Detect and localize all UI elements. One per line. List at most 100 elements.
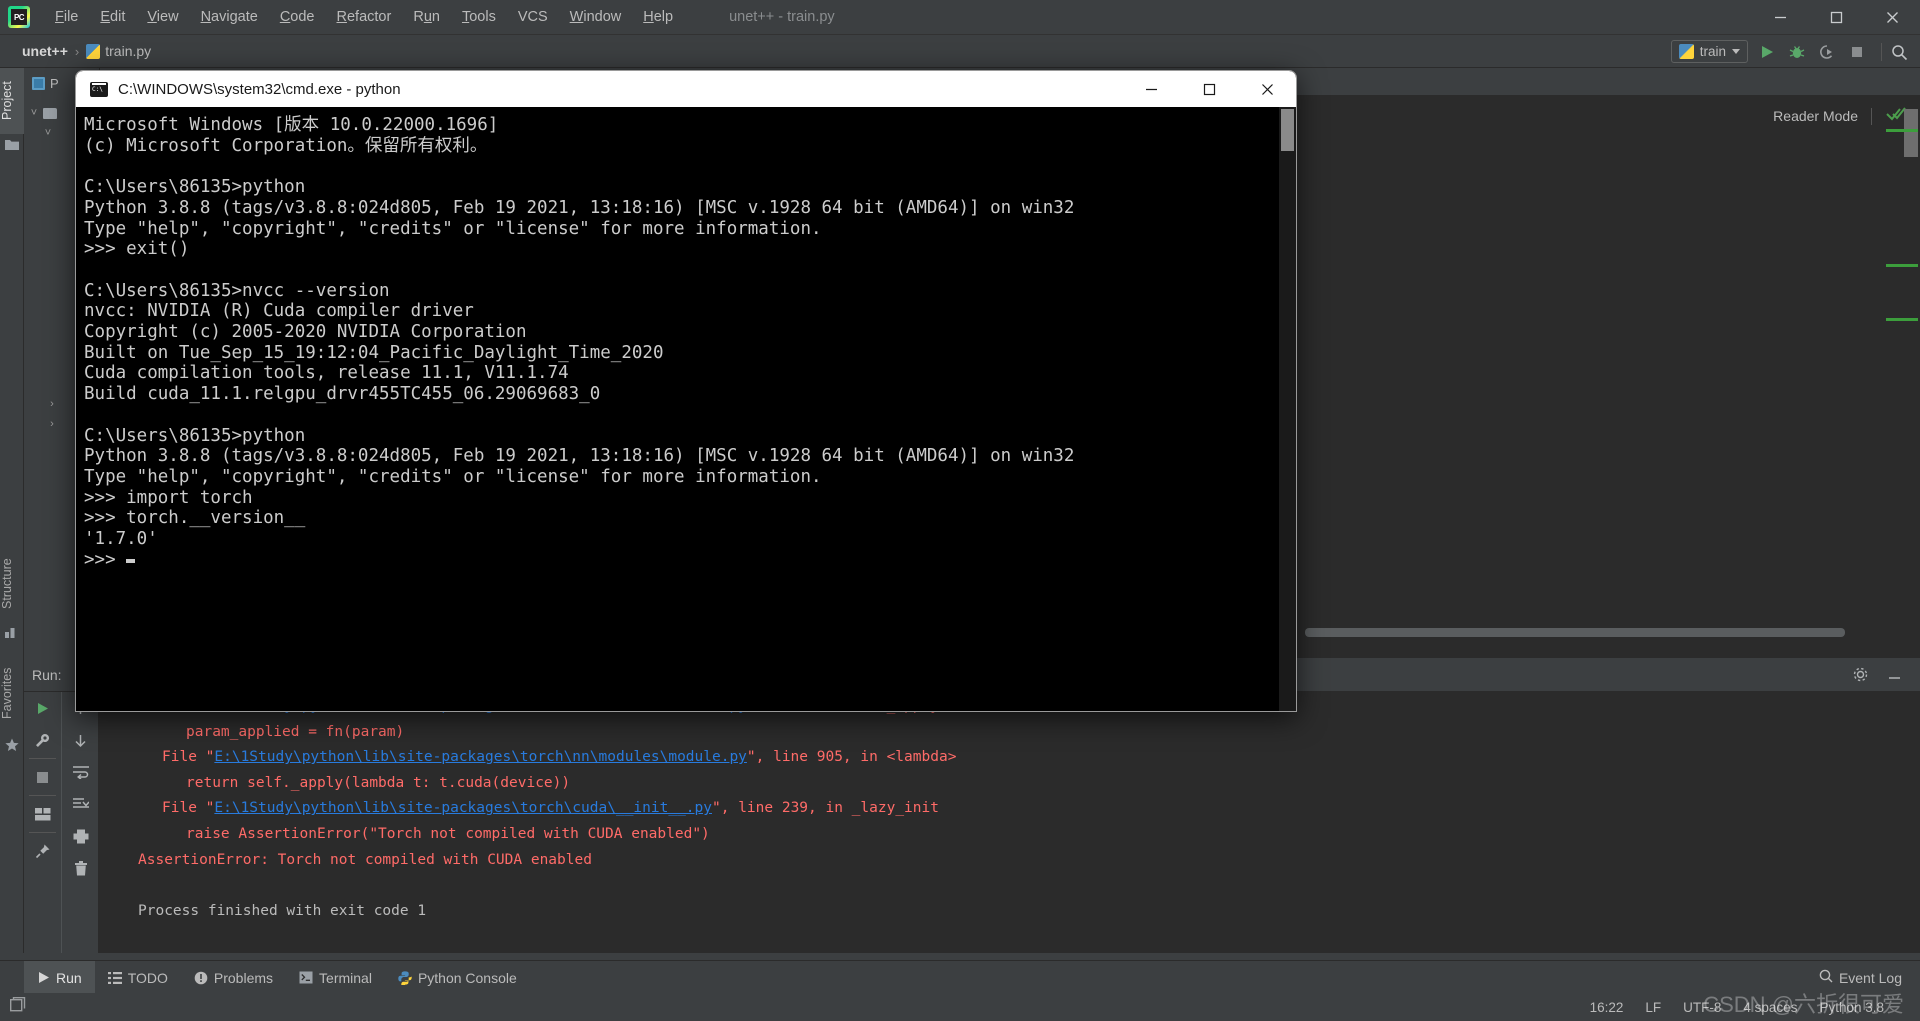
cmd-line [84,405,1296,426]
cmd-window[interactable]: C:\WINDOWS\system32\cmd.exe - python Mic… [75,70,1297,712]
event-log-button[interactable]: Event Log [1819,961,1902,994]
sidebar-item-project[interactable]: Project [0,68,24,134]
cmd-console-output[interactable]: Microsoft Windows [版本 10.0.22000.1696] (c… [76,107,1296,711]
console-file-link[interactable]: E:\1Study\python\lib\site-packages\torch… [214,749,747,765]
menu-bar: PC File Edit View Navigate Code Refactor Run To… [0,0,1920,35]
cmd-line: C:\Users\86135>python [84,425,306,446]
sidebar-item-favorites-label: Favorites [0,667,14,719]
layout-toggle-icon[interactable] [9,996,27,1017]
cmd-scrollbar-thumb[interactable] [1281,109,1294,151]
run-left-toolbar [24,692,61,953]
cmd-line: >>> torch.__version__ [84,508,306,529]
status-bar-items: 16:22 LF UTF-8 4 spaces Python 3.8 [1590,1000,1906,1015]
tab-run[interactable]: Run [24,961,95,994]
console-file-link[interactable]: E:\1Study\python\lib\site-packages\torch… [214,800,712,816]
editor-horizontal-scrollbar[interactable] [1305,628,1845,637]
chevron-right-icon[interactable]: › [46,398,58,410]
menu-item-window[interactable]: Window [559,6,633,28]
double-check-icon[interactable] [1886,106,1906,127]
sidebar-item-favorites[interactable]: Favorites [0,653,24,733]
tab-python-console[interactable]: Python Console [385,961,530,994]
minimize-icon[interactable] [1887,667,1902,687]
settings-wrench-icon[interactable] [24,724,61,756]
python-icon [398,970,412,985]
chevron-down-icon[interactable]: ˅ [42,127,54,139]
status-item[interactable]: UTF-8 [1683,1000,1721,1015]
debug-button[interactable] [1784,40,1810,64]
soft-wrap-icon[interactable] [62,756,99,788]
console-text: Process finished with exit code 1 [138,902,427,919]
cmd-close-icon[interactable] [1238,71,1296,107]
console-line: param_applied = fn(param) [98,720,1920,746]
status-item[interactable]: 16:22 [1590,1000,1624,1015]
tab-problems[interactable]: Problems [181,961,286,994]
console-text: raise AssertionError("Torch not compiled… [186,825,710,842]
cmd-minimize-icon[interactable] [1122,71,1180,107]
run-button[interactable] [1754,40,1780,64]
window-controls [1752,0,1920,35]
console-text: return self._apply(lambda t: t.cuda(devi… [186,774,571,791]
menu-item-code[interactable]: Code [269,6,326,28]
menu-item-edit[interactable]: Edit [89,6,136,28]
layout-icon[interactable] [24,798,61,830]
status-item[interactable]: 4 spaces [1743,1000,1797,1015]
gear-icon[interactable] [1853,667,1868,687]
cmd-scrollbar[interactable] [1279,107,1296,711]
stop-icon[interactable] [24,761,61,793]
menu-item-run[interactable]: Run [402,6,451,28]
run-console-output[interactable]: File "E:\1Study\python\lib\site-packages… [98,692,1920,953]
cmd-window-controls [1122,71,1296,107]
minimize-icon[interactable] [1752,0,1808,35]
stop-button[interactable] [1844,40,1870,64]
rerun-icon[interactable] [24,692,61,724]
trash-icon[interactable] [62,852,99,884]
scroll-to-end-icon[interactable] [62,788,99,820]
menu-item-view[interactable]: View [136,6,189,28]
tab-terminal[interactable]: Terminal [286,961,385,994]
cmd-line: Python 3.8.8 (tags/v3.8.8:024d805, Feb 1… [84,446,1075,467]
cmd-line: Copyright (c) 2005-2020 NVIDIA Corporati… [84,322,527,343]
cmd-maximize-icon[interactable] [1180,71,1238,107]
close-icon[interactable] [1864,0,1920,35]
console-text: File " [162,749,215,766]
chevron-right-icon[interactable]: › [46,418,58,430]
project-icon [32,77,45,90]
menu-item-refactor[interactable]: Refactor [326,6,403,28]
print-icon[interactable] [62,820,99,852]
run-with-coverage-button[interactable] [1814,40,1840,64]
reader-mode-label[interactable]: Reader Mode [1773,108,1858,124]
run-panel-title: Run: [32,667,62,683]
menu-item-tools[interactable]: Tools [451,6,507,28]
chevron-down-icon [1732,49,1740,54]
tab-label: Python Console [417,969,517,986]
console-line: File "E:\1Study\python\lib\site-packages… [98,745,1920,771]
console-text: File " [162,800,215,817]
pin-icon[interactable] [24,835,61,867]
breadcrumb-project[interactable]: unet++ [22,43,68,59]
star-icon [5,738,19,752]
maximize-icon[interactable] [1808,0,1864,35]
status-item[interactable]: LF [1645,1000,1661,1015]
pycharm-logo-icon: PC [8,6,30,28]
down-arrow-icon[interactable] [62,724,99,756]
breadcrumb-file[interactable]: train.py [86,43,151,59]
cmd-line [84,260,1296,281]
run-configuration-selector[interactable]: train [1670,40,1748,63]
menu-item-help[interactable]: Help [632,6,684,28]
navigation-bar: unet++ › train.py train [0,35,1920,68]
menu-item-file[interactable]: File [44,6,89,28]
sidebar-item-structure[interactable]: Structure [0,546,24,622]
cmd-title-bar[interactable]: C:\WINDOWS\system32\cmd.exe - python [76,71,1296,107]
console-line: AssertionError: Torch not compiled with … [98,848,1920,874]
console-line: raise AssertionError("Torch not compiled… [98,822,1920,848]
editor-scroll-thumb[interactable] [1904,109,1918,157]
chevron-down-icon[interactable]: ˅ [28,107,40,119]
toolbar-divider [29,795,56,796]
status-item[interactable]: Python 3.8 [1819,1000,1884,1015]
editor-change-marker [1886,318,1918,321]
search-icon[interactable] [1886,40,1912,64]
menu-item-vcs[interactable]: VCS [507,6,559,28]
menu-item-navigate[interactable]: Navigate [190,6,269,28]
tab-todo[interactable]: TODO [95,961,181,994]
